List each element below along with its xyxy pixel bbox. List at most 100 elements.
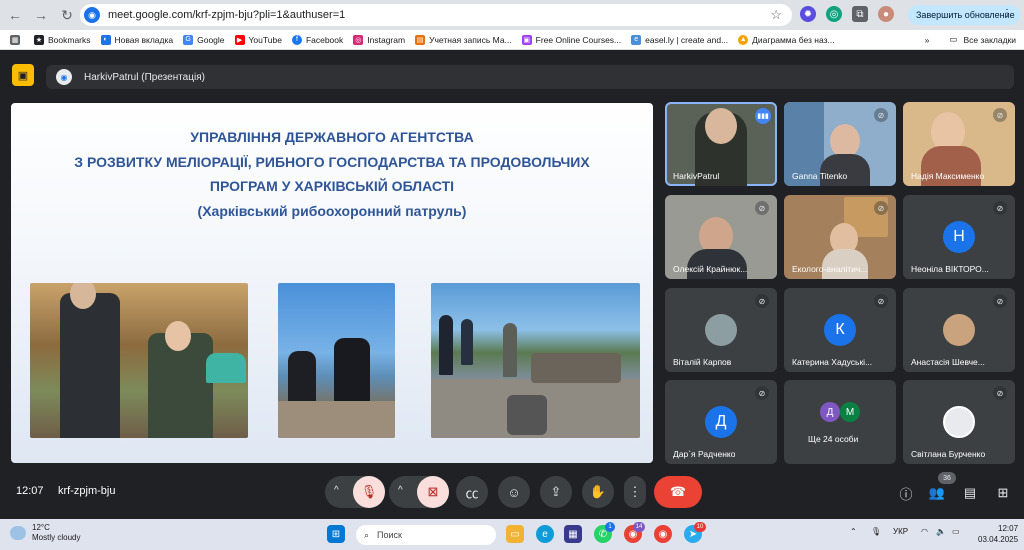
windows-start-icon[interactable]: ⊞: [327, 525, 345, 543]
forward-icon[interactable]: →: [30, 4, 52, 26]
camera-off-icon[interactable]: ⊠: [417, 476, 449, 508]
menu-dots-icon[interactable]: ⋮: [1002, 8, 1012, 19]
bookmark-star-icon[interactable]: ☆: [770, 7, 782, 23]
bookmark-item[interactable]: e easel.ly | create and...: [631, 34, 729, 45]
all-bookmarks-link[interactable]: Все закладки: [963, 35, 1016, 45]
extensions-puzzle-icon[interactable]: ⧉: [852, 6, 868, 22]
participant-avatar-photo: [943, 314, 975, 346]
update-button[interactable]: Завершить обновление ⋮: [908, 5, 1020, 25]
leave-call-button[interactable]: ☎: [654, 476, 702, 508]
chrome-profile-icon[interactable]: ◉: [654, 525, 672, 543]
extension-icon[interactable]: ◎: [826, 6, 842, 22]
present-button[interactable]: ⇪: [540, 476, 572, 508]
participant-tile[interactable]: Д ⊘ Дар`я Радченко: [665, 380, 777, 464]
participant-tile[interactable]: ⊘ Віталій Карпов: [665, 288, 777, 372]
captions-button[interactable]: ㏄: [456, 476, 488, 508]
bookmark-label: Диаграмма без наз...: [752, 34, 835, 45]
mic-off-icon: ⊘: [755, 201, 769, 215]
participant-tile[interactable]: К ⊘ Катерина Хадуські...: [784, 288, 896, 372]
courses-icon: ▣: [521, 34, 532, 45]
bookmark-label: easel.ly | create and...: [645, 34, 729, 45]
bookmark-label: Bookmarks: [48, 34, 91, 45]
mic-control[interactable]: ^ 🎙: [325, 476, 385, 508]
temperature: 12°C: [32, 523, 50, 532]
bookmark-item[interactable]: ◐ Новая вкладка: [100, 34, 173, 45]
bookmark-item[interactable]: f Facebook: [291, 34, 343, 45]
edge-icon[interactable]: e: [536, 525, 554, 543]
bookmark-item[interactable]: ★ Bookmarks: [34, 34, 91, 45]
chevron-up-icon[interactable]: ⌃: [850, 527, 857, 536]
raise-hand-button[interactable]: ✋: [582, 476, 614, 508]
microphone-icon[interactable]: 🎙: [871, 527, 881, 536]
participant-name: Надія Максименко: [911, 171, 985, 181]
mic-off-icon[interactable]: 🎙: [353, 476, 385, 508]
participant-avatar: К: [824, 314, 856, 346]
person-figure: [503, 323, 517, 377]
mic-off-icon: ⊘: [874, 108, 888, 122]
chat-icon[interactable]: ▤: [961, 484, 979, 502]
bookmark-item[interactable]: ▤ Учетная запись Ма...: [415, 34, 512, 45]
taskbar-search[interactable]: ⌕ Поиск: [356, 525, 496, 545]
participant-tile[interactable]: ⊘ Світлана Бурченко: [903, 380, 1015, 464]
profile-avatar[interactable]: ●: [878, 6, 894, 22]
chevron-up-icon[interactable]: ^: [398, 485, 403, 496]
more-bookmarks-icon[interactable]: »: [925, 35, 930, 45]
back-icon[interactable]: ←: [4, 4, 26, 26]
more-options-button[interactable]: ⋮: [624, 476, 646, 508]
participant-tile[interactable]: ⊘ Ganna Titenko: [784, 102, 896, 186]
bookmarks-right: » ▭ Все закладки: [925, 34, 1016, 45]
participant-tile[interactable]: ▮▮▮ HarkivPatrul: [665, 102, 777, 186]
participant-avatar: Д: [820, 402, 840, 422]
bookmark-item[interactable]: ◎ Instagram: [353, 34, 405, 45]
participant-name: Неоніла ВІКТОРО...: [911, 264, 989, 274]
concrete-ledge: [278, 401, 395, 438]
camera-control[interactable]: ^ ⊠: [389, 476, 449, 508]
chevron-up-icon[interactable]: ^: [334, 485, 339, 496]
info-icon[interactable]: ⓘ: [897, 484, 915, 502]
language-indicator[interactable]: УКР: [893, 527, 908, 536]
slide-title: УПРАВЛІННЯ ДЕРЖАВНОГО АГЕНТСТВА З РОЗВИТ…: [11, 125, 653, 223]
instagram-icon: ◎: [353, 34, 364, 45]
bookmark-item[interactable]: ▣ Free Online Courses...: [521, 34, 622, 45]
activities-icon[interactable]: ⊞: [994, 484, 1012, 502]
taskbar-clock[interactable]: 12:07 03.04.2025: [978, 523, 1018, 545]
speaking-indicator-icon: ▮▮▮: [755, 108, 771, 124]
bookmark-label: Free Online Courses...: [535, 34, 622, 45]
site-info-icon[interactable]: ◉: [84, 7, 100, 23]
extension-icon[interactable]: ✹: [800, 6, 816, 22]
participant-name: Світлана Бурченко: [911, 449, 986, 459]
notification-badge: 10: [694, 522, 706, 532]
mic-off-icon: ⊘: [874, 201, 888, 215]
participant-tile[interactable]: ⊘ Анастасія Шевче...: [903, 288, 1015, 372]
participant-tile[interactable]: ⊘ Олексій Крайнюк...: [665, 195, 777, 279]
search-icon: ⌕: [364, 529, 370, 540]
participant-tile[interactable]: ⊘ Надія Максименко: [903, 102, 1015, 186]
battery-icon[interactable]: ▭: [952, 527, 960, 536]
participant-tile[interactable]: Н ⊘ Неоніла ВІКТОРО...: [903, 195, 1015, 279]
weather-widget[interactable]: 12°C Mostly cloudy: [10, 523, 80, 543]
file-explorer-icon[interactable]: ▭: [506, 525, 524, 543]
mic-off-icon: ⊘: [755, 294, 769, 308]
reload-icon[interactable]: ↻: [56, 4, 78, 26]
presentation-icon[interactable]: ▣: [12, 64, 34, 86]
participant-tile[interactable]: ⊘ Еколого-аналітич...: [784, 195, 896, 279]
participant-name: HarkivPatrul: [673, 171, 720, 181]
people-icon[interactable]: 👥: [928, 484, 946, 502]
person-figure: [439, 315, 453, 375]
bookmark-item[interactable]: ▶ YouTube: [234, 34, 282, 45]
bookmark-item[interactable]: G Google: [183, 34, 225, 45]
wifi-icon[interactable]: ◠: [921, 527, 928, 536]
emoji-icon: ☺: [507, 484, 521, 500]
url-text[interactable]: meet.google.com/krf-zpjm-bju?pli=1&authu…: [108, 9, 345, 21]
bookmark-item[interactable]: ▲ Диаграмма без наз...: [738, 34, 835, 45]
apps-icon[interactable]: ▦: [10, 34, 24, 45]
person-figure: [60, 293, 120, 438]
volume-icon[interactable]: 🔈: [936, 527, 946, 536]
reactions-button[interactable]: ☺: [498, 476, 530, 508]
slide-title-line: З РОЗВИТКУ МЕЛІОРАЦІЇ, РИБНОГО ГОСПОДАРС…: [74, 153, 590, 170]
slide-photo-net-inspection: [431, 283, 640, 438]
mic-off-icon: ⊘: [993, 108, 1007, 122]
store-icon[interactable]: ▦: [564, 525, 582, 543]
more-participants-tile[interactable]: Д М Ще 24 особи: [784, 380, 896, 464]
address-bar[interactable]: ◉ meet.google.com/krf-zpjm-bju?pli=1&aut…: [80, 4, 792, 26]
